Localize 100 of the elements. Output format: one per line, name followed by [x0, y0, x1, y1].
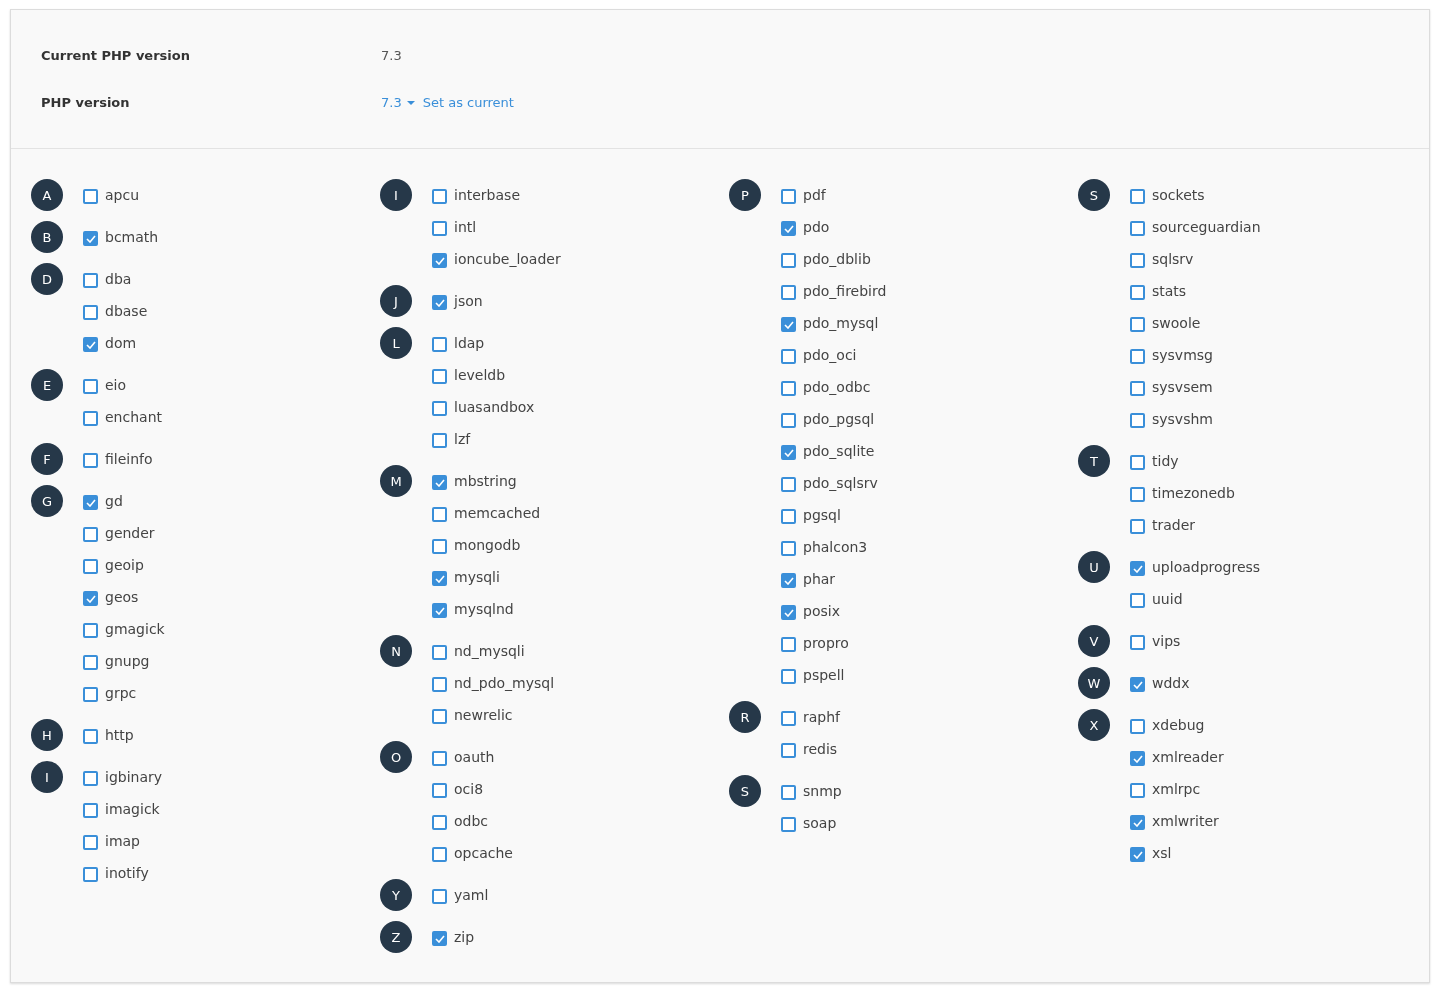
checkbox[interactable] [83, 771, 98, 786]
checkbox[interactable] [432, 433, 447, 448]
checkbox[interactable] [432, 369, 447, 384]
checkbox[interactable] [83, 527, 98, 542]
extension-name: leveldb [454, 367, 506, 383]
checkbox[interactable] [1130, 317, 1145, 332]
checkbox[interactable] [83, 867, 98, 882]
set-current-link[interactable]: Set as current [422, 91, 514, 114]
checkbox[interactable] [83, 623, 98, 638]
checkbox[interactable] [432, 475, 447, 490]
checkbox[interactable] [1130, 285, 1145, 300]
checkbox[interactable] [432, 645, 447, 660]
checkbox[interactable] [1130, 635, 1145, 650]
checkbox[interactable] [1130, 561, 1145, 576]
extension-name: xsl [1152, 845, 1172, 861]
checkbox[interactable] [781, 541, 796, 556]
extension-name: mbstring [454, 473, 517, 489]
checkbox[interactable] [781, 285, 796, 300]
checkbox[interactable] [781, 445, 796, 460]
checkbox[interactable] [432, 189, 447, 204]
checkbox[interactable] [83, 379, 98, 394]
checkbox[interactable] [83, 591, 98, 606]
checkbox[interactable] [781, 573, 796, 588]
checkbox[interactable] [1130, 189, 1145, 204]
checkbox[interactable] [432, 783, 447, 798]
letter-badge: E [31, 369, 63, 401]
checkbox[interactable] [432, 401, 447, 416]
checkbox[interactable] [432, 847, 447, 862]
letter-badge: W [1078, 667, 1110, 699]
checkbox[interactable] [83, 337, 98, 352]
checkbox[interactable] [1130, 719, 1145, 734]
checkbox[interactable] [781, 381, 796, 396]
checkbox[interactable] [1130, 783, 1145, 798]
checkbox[interactable] [432, 677, 447, 692]
checkbox[interactable] [432, 603, 447, 618]
checkbox[interactable] [83, 803, 98, 818]
checkbox[interactable] [83, 559, 98, 574]
extension-name: odbc [454, 813, 489, 829]
checkbox[interactable] [83, 655, 98, 670]
checkbox[interactable] [83, 305, 98, 320]
checkbox[interactable] [83, 729, 98, 744]
checkbox[interactable] [1130, 455, 1145, 470]
checkbox[interactable] [432, 571, 447, 586]
checkbox[interactable] [1130, 253, 1145, 268]
checkbox[interactable] [432, 337, 447, 352]
checkbox[interactable] [1130, 221, 1145, 236]
checkbox[interactable] [432, 815, 447, 830]
checkbox[interactable] [1130, 751, 1145, 766]
extension-name: swoole [1152, 315, 1201, 331]
checkbox[interactable] [781, 743, 796, 758]
checkbox[interactable] [781, 669, 796, 684]
checkbox[interactable] [1130, 519, 1145, 534]
version-select[interactable]: 7.3 [381, 91, 415, 114]
checkbox[interactable] [432, 539, 447, 554]
extension-name: phar [803, 571, 836, 587]
extension-name: xmlreader [1152, 749, 1224, 765]
checkbox[interactable] [781, 349, 796, 364]
checkbox[interactable] [781, 817, 796, 832]
checkbox[interactable] [1130, 593, 1145, 608]
extension-name: gnupg [105, 653, 150, 669]
checkbox[interactable] [1130, 677, 1145, 692]
checkbox[interactable] [781, 413, 796, 428]
checkbox[interactable] [83, 835, 98, 850]
checkbox[interactable] [1130, 349, 1145, 364]
checkbox[interactable] [1130, 413, 1145, 428]
checkbox[interactable] [1130, 381, 1145, 396]
checkbox[interactable] [432, 709, 447, 724]
checkbox[interactable] [432, 507, 447, 522]
checkbox[interactable] [1130, 815, 1145, 830]
checkbox[interactable] [83, 453, 98, 468]
letter-badge: Z [380, 921, 412, 953]
checkbox[interactable] [83, 495, 98, 510]
checkbox[interactable] [432, 889, 447, 904]
checkbox[interactable] [781, 605, 796, 620]
checkbox[interactable] [1130, 487, 1145, 502]
extension-name: vips [1152, 633, 1181, 649]
extension-name: raphf [803, 709, 841, 725]
checkbox[interactable] [781, 477, 796, 492]
checkbox[interactable] [83, 273, 98, 288]
checkbox[interactable] [432, 221, 447, 236]
checkbox[interactable] [432, 253, 447, 268]
checkbox[interactable] [83, 411, 98, 426]
checkbox[interactable] [781, 189, 796, 204]
checkbox[interactable] [781, 509, 796, 524]
checkbox[interactable] [83, 687, 98, 702]
checkbox[interactable] [781, 317, 796, 332]
checkbox[interactable] [83, 189, 98, 204]
letter-badge: I [31, 761, 63, 793]
checkbox[interactable] [781, 637, 796, 652]
extension-name: pdo_mysql [803, 315, 879, 331]
checkbox[interactable] [781, 221, 796, 236]
checkbox[interactable] [83, 231, 98, 246]
checkbox[interactable] [781, 711, 796, 726]
checkbox[interactable] [432, 751, 447, 766]
checkbox[interactable] [432, 295, 447, 310]
checkbox[interactable] [781, 253, 796, 268]
checkbox[interactable] [781, 785, 796, 800]
checkbox[interactable] [1130, 847, 1145, 862]
checkbox[interactable] [432, 931, 447, 946]
extension-name: propro [803, 635, 849, 651]
